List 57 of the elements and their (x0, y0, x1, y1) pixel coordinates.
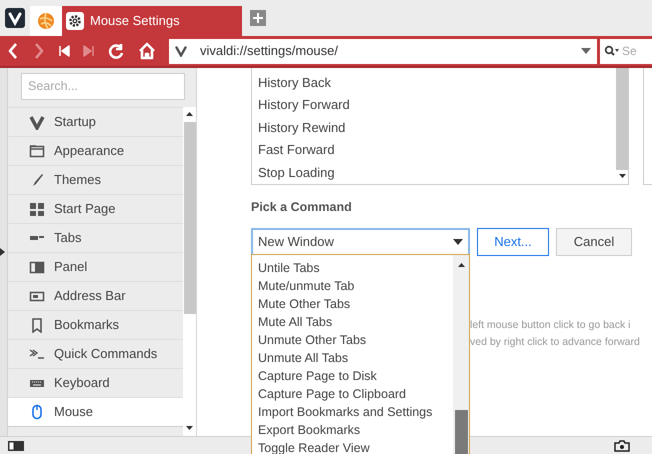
tab-title: Mouse Settings (90, 12, 180, 30)
list-item[interactable]: History Rewind (252, 116, 616, 139)
scrollbar-thumb[interactable] (616, 68, 628, 170)
scrollbar-thumb[interactable] (454, 410, 468, 454)
dropdown-option[interactable]: Mute All Tabs (252, 313, 453, 331)
url-text: vivaldi://settings/mouse/ (200, 42, 340, 60)
camera-icon[interactable] (614, 440, 630, 452)
scroll-up-icon[interactable] (458, 263, 464, 267)
vivaldi-v-icon (175, 46, 187, 56)
scrollbar[interactable] (183, 107, 196, 436)
panel-toggle-icon[interactable] (8, 440, 24, 450)
command-dropdown[interactable] (251, 254, 470, 454)
search-icon (604, 45, 620, 57)
mouse-icon (29, 404, 45, 420)
grid-icon (29, 201, 45, 217)
home-icon[interactable] (138, 42, 156, 60)
window-icon (29, 143, 45, 159)
address-field[interactable]: vivaldi://settings/mouse/ (169, 38, 597, 64)
cancel-button[interactable]: Cancel (556, 228, 632, 256)
select-value: New Window (258, 233, 335, 251)
bookmark-icon (29, 317, 45, 333)
panel-icon (29, 259, 45, 275)
next-button[interactable]: Next... (477, 228, 549, 256)
dropdown-option[interactable]: Mute Other Tabs (252, 295, 453, 313)
dropdown-option[interactable]: Capture Page to Clipboard (252, 385, 453, 403)
vivaldi-logo-icon[interactable] (5, 8, 25, 28)
dropdown-option[interactable]: Unmute Other Tabs (252, 331, 453, 349)
dropdown-option[interactable]: Export Bookmarks (252, 421, 453, 439)
gesture-command-list[interactable]: History Back History Forward History Rewind Fast Forward Stop Loading (251, 68, 629, 185)
section-heading: Pick a Command (251, 199, 353, 216)
dropdown-caret-icon (453, 238, 463, 245)
vivaldi-v-icon (29, 114, 45, 130)
list-item[interactable]: Fast Forward (252, 138, 616, 162)
list-item[interactable]: Stop Loading (252, 161, 616, 184)
dropdown-caret-icon[interactable] (581, 48, 591, 54)
globe-favicon-icon (37, 12, 55, 30)
description-text: ved by right click to advance forward (470, 334, 641, 350)
new-tab-icon[interactable] (250, 10, 266, 26)
reload-icon[interactable] (107, 42, 125, 60)
tabs-icon (29, 235, 45, 241)
sidebar-item[interactable]: Mouse (8, 398, 183, 427)
dropdown-option[interactable]: Unmute All Tabs (252, 349, 453, 367)
settings-icon (66, 12, 84, 30)
list-item[interactable]: History Back (252, 71, 616, 94)
scrollbar-thumb[interactable] (184, 122, 196, 314)
dropdown-option[interactable]: Mute/unmute Tab (252, 277, 453, 295)
browser-tab[interactable]: Mouse Settings (62, 6, 242, 36)
scroll-up-icon[interactable] (186, 112, 193, 116)
dropdown-option[interactable]: Capture Page to Disk (252, 367, 453, 385)
scroll-down-icon[interactable] (618, 174, 626, 178)
dropdown-option[interactable]: Import Bookmarks and Settings (252, 403, 453, 421)
panel-expand-icon[interactable] (0, 248, 5, 256)
scroll-down-icon[interactable] (186, 426, 193, 430)
search-placeholder: Se (622, 43, 637, 60)
dropdown-option[interactable]: Untile Tabs (252, 259, 453, 277)
description-text: left mouse button click to go back i (470, 318, 632, 333)
list-item[interactable]: History Forward (252, 94, 616, 116)
